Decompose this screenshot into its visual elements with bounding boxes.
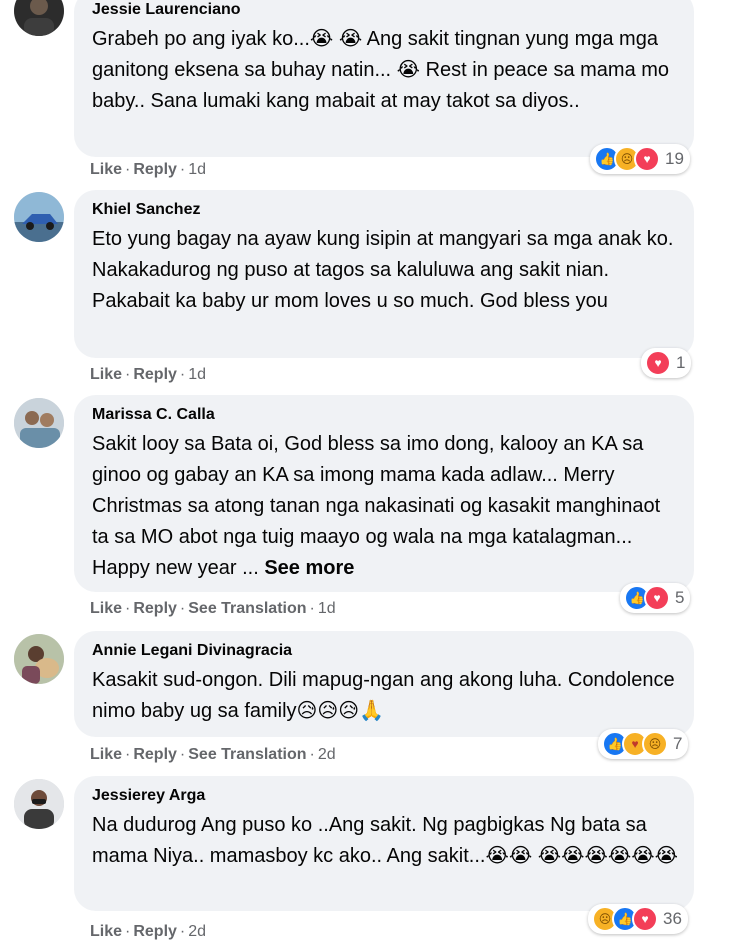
comment-timestamp[interactable]: 1d bbox=[188, 366, 206, 383]
comment-actions: Like · Reply · 2d bbox=[90, 923, 207, 940]
reaction-summary[interactable]: 👍 ☹ ♥ 19 bbox=[590, 144, 690, 174]
avatar[interactable] bbox=[14, 192, 64, 242]
avatar[interactable] bbox=[14, 779, 64, 829]
comment-bubble: Khiel Sanchez Eto yung bagay na ayaw kun… bbox=[74, 190, 694, 358]
comment-bubble: Jessie Laurenciano Grabeh po ang iyak ko… bbox=[74, 0, 694, 157]
love-icon: ♥ bbox=[645, 350, 671, 376]
reply-link[interactable]: Reply bbox=[133, 161, 177, 178]
comment-actions: Like · Reply · See Translation · 2d bbox=[90, 746, 336, 763]
avatar[interactable] bbox=[14, 398, 64, 448]
comment-bubble: Jessierey Arga Na dudurog Ang puso ko ..… bbox=[74, 776, 694, 911]
reply-link[interactable]: Reply bbox=[133, 366, 177, 383]
love-icon: ♥ bbox=[644, 585, 670, 611]
comment-text: Grabeh po ang iyak ko...😭 😭 Ang sakit ti… bbox=[92, 28, 670, 112]
comment-author[interactable]: Annie Legani Divinagracia bbox=[92, 641, 678, 661]
reaction-summary[interactable]: 👍 ♥ 5 bbox=[620, 583, 691, 613]
comment-author[interactable]: Jessierey Arga bbox=[92, 786, 678, 806]
see-translation-link[interactable]: See Translation bbox=[188, 746, 306, 763]
comment-text: Na dudurog Ang puso ko ..Ang sakit. Ng p… bbox=[92, 814, 678, 867]
comment-timestamp[interactable]: 2d bbox=[318, 746, 336, 763]
comment-bubble: Annie Legani Divinagracia Kasakit sud-on… bbox=[74, 631, 694, 737]
like-link[interactable]: Like bbox=[90, 923, 122, 940]
comment-timestamp[interactable]: 1d bbox=[318, 600, 336, 617]
reply-link[interactable]: Reply bbox=[133, 600, 177, 617]
comment-timestamp[interactable]: 2d bbox=[188, 923, 206, 940]
like-link[interactable]: Like bbox=[90, 746, 122, 763]
comment-author[interactable]: Marissa C. Calla bbox=[92, 405, 678, 425]
reaction-count: 5 bbox=[675, 588, 685, 607]
reaction-count: 19 bbox=[665, 149, 684, 168]
reaction-count: 36 bbox=[663, 909, 682, 928]
like-link[interactable]: Like bbox=[90, 366, 122, 383]
comment-bubble: Marissa C. Calla Sakit looy sa Bata oi, … bbox=[74, 395, 694, 592]
comment-timestamp[interactable]: 1d bbox=[188, 161, 206, 178]
love-icon: ♥ bbox=[632, 906, 658, 932]
comment-text: Kasakit sud-ongon. Dili mapug-ngan ang a… bbox=[92, 669, 675, 722]
reaction-summary[interactable]: ☹ 👍 ♥ 36 bbox=[588, 904, 688, 934]
comment-text: Eto yung bagay na ayaw kung isipin at ma… bbox=[92, 228, 674, 312]
reply-link[interactable]: Reply bbox=[133, 746, 177, 763]
see-more-link[interactable]: See more bbox=[264, 557, 354, 579]
comment-author[interactable]: Jessie Laurenciano bbox=[92, 0, 678, 20]
reaction-summary[interactable]: 👍 ♥ ☹ 7 bbox=[598, 729, 689, 759]
comment-actions: Like · Reply · 1d bbox=[90, 366, 207, 383]
love-icon: ♥ bbox=[634, 146, 660, 172]
see-translation-link[interactable]: See Translation bbox=[188, 600, 306, 617]
comment-author[interactable]: Khiel Sanchez bbox=[92, 200, 678, 220]
reaction-count: 1 bbox=[676, 353, 686, 372]
reaction-count: 7 bbox=[673, 734, 683, 753]
like-link[interactable]: Like bbox=[90, 161, 122, 178]
sad-icon: ☹ bbox=[642, 731, 668, 757]
comment-actions: Like · Reply · See Translation · 1d bbox=[90, 600, 336, 617]
reaction-summary[interactable]: ♥ 1 bbox=[641, 348, 692, 378]
comment-text: Sakit looy sa Bata oi, God bless sa imo … bbox=[92, 433, 661, 579]
avatar[interactable] bbox=[14, 634, 64, 684]
reply-link[interactable]: Reply bbox=[133, 923, 177, 940]
like-link[interactable]: Like bbox=[90, 600, 122, 617]
comment-actions: Like · Reply · 1d bbox=[90, 161, 207, 178]
avatar[interactable] bbox=[14, 0, 64, 36]
